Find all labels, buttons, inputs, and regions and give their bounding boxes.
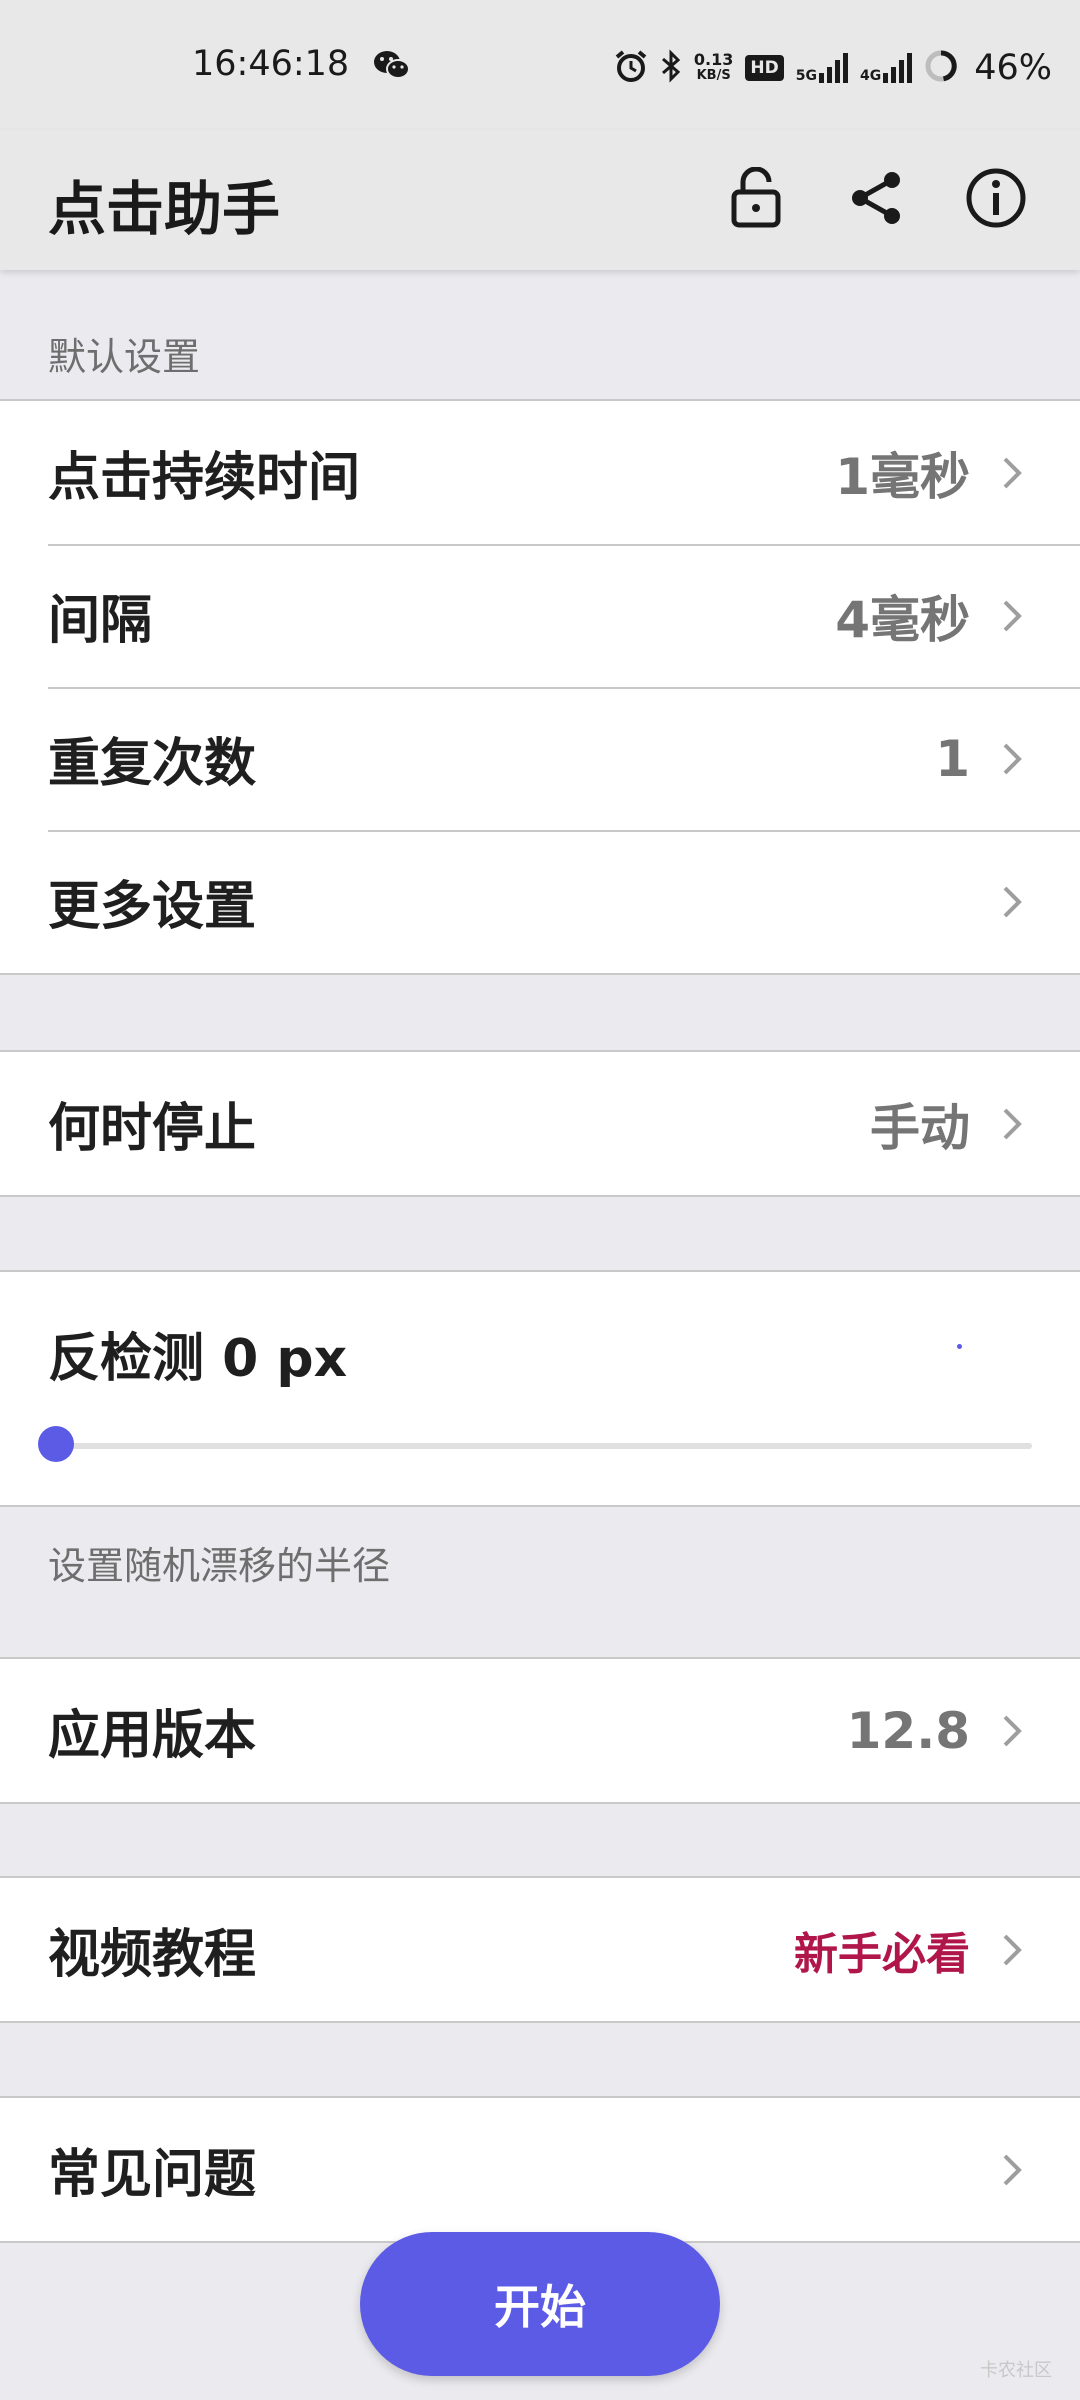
bluetooth-icon — [660, 49, 682, 87]
setting-value: 手动 — [870, 1098, 970, 1157]
setting-when-stop[interactable]: 何时停止 手动 — [0, 1052, 1080, 1195]
status-bar: 16:46:18 0.13 KB/S HD 5G 4G 46% — [0, 0, 1080, 130]
signal-4g-label: 4G — [859, 68, 882, 84]
signal-5g: 5G — [796, 53, 848, 83]
setting-value: 1 — [935, 729, 970, 788]
unlock-icon — [731, 167, 781, 228]
setting-app-version[interactable]: 应用版本 12.8 — [0, 1659, 1080, 1802]
signal-4g: 4G — [859, 53, 913, 84]
setting-value: 4毫秒 — [835, 590, 970, 649]
anti-detect-label: 反检测 0 px — [48, 1329, 348, 1389]
setting-label: 应用版本 — [48, 1706, 257, 1766]
setting-interval[interactable]: 间隔 4毫秒 — [0, 544, 1080, 687]
net-speed-value: 0.13 — [693, 50, 734, 69]
info-button[interactable] — [956, 158, 1036, 238]
setting-value: 1毫秒 — [835, 447, 970, 506]
section-header-default: 默认设置 — [48, 335, 201, 379]
setting-label: 视频教程 — [48, 1925, 257, 1985]
watermark: 卡农社区 — [980, 2360, 1052, 2381]
tutorial-group: 视频教程 新手必看 — [0, 1876, 1080, 2023]
chevron-right-icon — [1003, 2154, 1022, 2185]
setting-label: 点击持续时间 — [48, 448, 361, 508]
page-title: 点击助手 — [48, 175, 281, 243]
net-speed: 0.13 KB/S — [694, 52, 733, 84]
anti-detect-group: 反检测 0 px — [0, 1270, 1080, 1507]
signal-5g-label: 5G — [795, 68, 817, 84]
signal-bars-icon — [818, 53, 848, 83]
battery-icon — [924, 49, 958, 87]
setting-label: 重复次数 — [48, 734, 257, 794]
chevron-right-icon — [1003, 1715, 1022, 1746]
status-time: 16:46:18 — [192, 44, 350, 84]
setting-video-tutorial[interactable]: 视频教程 新手必看 — [0, 1878, 1080, 2021]
alarm-icon — [614, 49, 648, 87]
stop-group: 何时停止 手动 — [0, 1050, 1080, 1197]
version-group: 应用版本 12.8 — [0, 1657, 1080, 1804]
chevron-right-icon — [1003, 1934, 1022, 1965]
anti-detect-slider-track[interactable] — [56, 1443, 1032, 1449]
default-settings-group: 点击持续时间 1毫秒 间隔 4毫秒 重复次数 1 更多设置 — [0, 399, 1080, 975]
chevron-right-icon — [1003, 457, 1022, 488]
setting-repeat-count[interactable]: 重复次数 1 — [0, 687, 1080, 830]
setting-value-highlight: 新手必看 — [794, 1928, 970, 1980]
hd-badge: HD — [745, 55, 784, 81]
battery-percent: 46% — [974, 48, 1052, 88]
setting-label: 常见问题 — [48, 2145, 257, 2205]
setting-tap-duration[interactable]: 点击持续时间 1毫秒 — [0, 401, 1080, 544]
setting-value: 12.8 — [846, 1701, 970, 1760]
net-speed-unit: KB/S — [696, 68, 731, 83]
share-icon — [852, 172, 900, 224]
setting-faq[interactable]: 常见问题 — [0, 2098, 1080, 2241]
info-icon — [966, 168, 1026, 228]
setting-label: 更多设置 — [48, 877, 257, 937]
anti-detect-block: 反检测 0 px — [0, 1272, 1080, 1505]
faq-group: 常见问题 — [0, 2096, 1080, 2243]
signal-bars-icon — [883, 53, 913, 83]
chevron-right-icon — [1003, 743, 1022, 774]
slider-caption: 设置随机漂移的半径 — [48, 1544, 391, 1588]
chevron-right-icon — [1003, 600, 1022, 631]
setting-more[interactable]: 更多设置 — [0, 830, 1080, 973]
chevron-right-icon — [1003, 1108, 1022, 1139]
lock-button[interactable] — [716, 158, 796, 238]
indicator-dot — [957, 1344, 962, 1349]
setting-label: 何时停止 — [48, 1099, 257, 1159]
anti-detect-slider-thumb[interactable] — [38, 1426, 74, 1462]
app-bar: 点击助手 — [0, 130, 1080, 270]
chevron-right-icon — [1003, 886, 1022, 917]
start-button[interactable]: 开始 — [360, 2232, 720, 2376]
wechat-icon — [372, 48, 412, 86]
setting-label: 间隔 — [48, 591, 153, 651]
share-button[interactable] — [836, 158, 916, 238]
